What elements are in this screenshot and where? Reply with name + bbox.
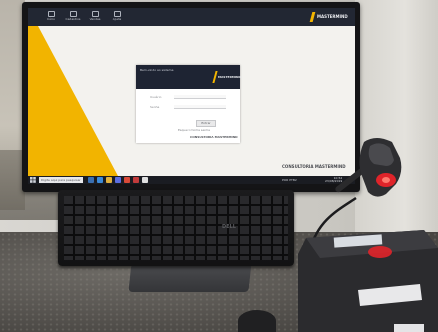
windows-taskbar: Digite aqui para pesquisar POR PTB2 10:5… [28, 176, 355, 184]
keyboard-brand: DELL [222, 224, 236, 230]
monitor-screen: Início Cadastros Vendas Ajuda MASTERMIND… [28, 8, 355, 184]
toolbar-button-inicio[interactable]: Início [40, 11, 62, 23]
file-explorer-icon[interactable] [106, 177, 112, 183]
store-icon[interactable] [115, 177, 121, 183]
taskbar-search-placeholder: Digite aqui para pesquisar [41, 178, 81, 182]
login-header: Bem-vindo ao sistema MASTERMIND [136, 65, 241, 89]
login-footer-brand: CONSULTORIA MASTERMIND [190, 135, 238, 139]
password-input[interactable] [174, 105, 226, 109]
barcode-scanner [359, 138, 402, 197]
toolbar-button-label: Início [47, 17, 55, 21]
login-dialog: Bem-vindo ao sistema MASTERMIND Usuário … [136, 65, 241, 143]
task-view-icon[interactable] [88, 177, 94, 183]
username-input[interactable] [174, 95, 226, 99]
toolbar-button-cadastros[interactable]: Cadastros [62, 11, 84, 23]
windows-start-icon[interactable] [30, 177, 36, 183]
login-logo: MASTERMIND [212, 71, 241, 83]
app-white-icon[interactable] [142, 177, 148, 183]
toolbar-brand-text: MASTERMIND [317, 14, 348, 19]
monitor-stand-base [128, 262, 252, 292]
yellow-background-shape [28, 26, 118, 176]
chrome-icon[interactable] [124, 177, 130, 183]
toolbar-button-label: Ajuda [112, 17, 122, 21]
computer-mouse [238, 310, 276, 332]
keyboard-keys [64, 196, 288, 260]
toolbar-button-label: Cadastros [65, 17, 81, 21]
edge-browser-icon[interactable] [97, 177, 103, 183]
tray-language[interactable]: POR PTB2 [282, 178, 297, 182]
app-toolbar: Início Cadastros Vendas Ajuda MASTERMIND [28, 8, 355, 26]
logo-accent-bar [309, 12, 316, 22]
forgot-password-link[interactable]: Esqueci minha senha [178, 128, 210, 132]
logo-accent-bar [212, 71, 218, 83]
taskbar-search-box[interactable]: Digite aqui para pesquisar [39, 177, 83, 183]
taskbar-clock[interactable]: 10:52 23/08/2019 [325, 177, 342, 183]
toolbar-logo: MASTERMIND [309, 12, 348, 22]
app-red-icon[interactable] [133, 177, 139, 183]
login-logo-text: MASTERMIND [218, 75, 241, 79]
password-label: Senha [150, 105, 160, 109]
screen-footer-brand: CONSULTORIA MASTERMIND [282, 164, 346, 169]
receipt-printer [298, 230, 438, 332]
toolbar-button-ajuda[interactable]: Ajuda [106, 11, 128, 23]
background-right-wall [355, 0, 438, 240]
toolbar-button-vendas[interactable]: Vendas [84, 11, 106, 23]
keyboard [58, 190, 294, 266]
login-header-title: Bem-vindo ao sistema [140, 68, 174, 72]
toolbar-button-label: Vendas [89, 17, 101, 21]
username-label: Usuário [150, 95, 162, 99]
login-button[interactable]: Entrar [196, 120, 216, 127]
